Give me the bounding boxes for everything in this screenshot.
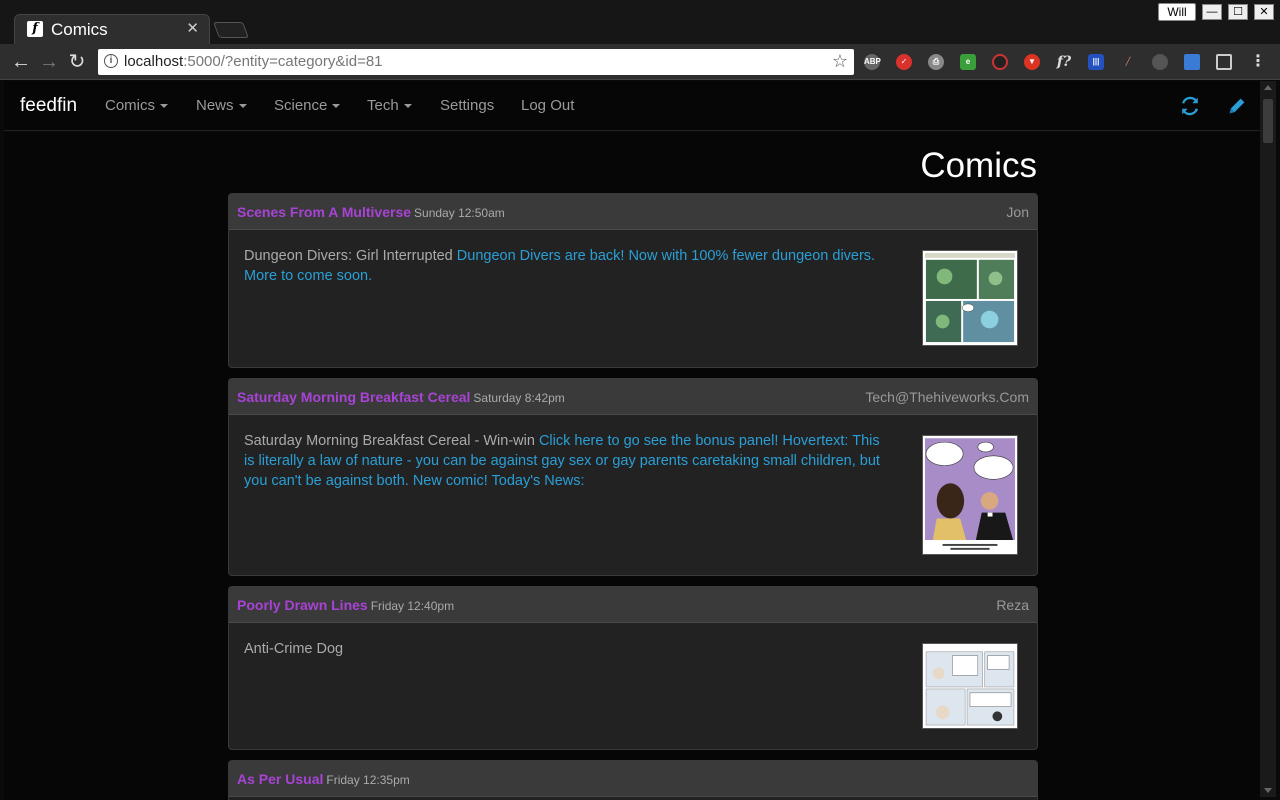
scroll-down-arrow-icon[interactable] <box>1264 788 1272 793</box>
nav-news-label: News <box>196 97 234 114</box>
menu-icon[interactable]: ⋮ <box>1250 54 1266 70</box>
nav-comics[interactable]: Comics <box>105 97 169 114</box>
scroll-thumb[interactable] <box>1263 99 1273 143</box>
nav-comics-label: Comics <box>105 97 156 114</box>
entry-feed-link[interactable]: Poorly Drawn Lines Friday 12:40pm <box>237 597 454 613</box>
comic-thumbnail[interactable] <box>922 435 1018 555</box>
site-info-icon[interactable]: i <box>104 54 118 68</box>
caret-down-icon <box>332 104 341 109</box>
feedfin-favicon-icon: f <box>27 21 43 37</box>
feed-name: Saturday Morning Breakfast Cereal <box>237 389 471 405</box>
url-path: :5000/?entity=category&id=81 <box>183 53 383 70</box>
bookmark-star-icon[interactable]: ☆ <box>832 51 848 72</box>
opera-icon[interactable] <box>992 54 1008 70</box>
maximize-button[interactable]: ☐ <box>1228 4 1248 20</box>
app-navbar: feedfin Comics News Science Tech Setting… <box>4 81 1260 131</box>
new-tab-button[interactable] <box>213 22 249 38</box>
caret-down-icon <box>403 104 412 109</box>
browser-toolbar: ← → ↻ i localhost:5000/?entity=category&… <box>0 44 1280 80</box>
pocket-icon[interactable]: ✓ <box>896 54 912 70</box>
feed-name: As Per Usual <box>237 771 324 787</box>
entry-feed-link[interactable]: Scenes From A Multiverse Sunday 12:50am <box>237 204 505 220</box>
entry-text: Dungeon Divers: Girl Interrupted Dungeon… <box>244 246 884 286</box>
brush-icon[interactable]: ╱ <box>1120 54 1136 70</box>
screenshot-icon[interactable] <box>1184 54 1200 70</box>
nav-tech-label: Tech <box>367 97 399 114</box>
nav-settings[interactable]: Settings <box>440 97 494 114</box>
feed-name: Poorly Drawn Lines <box>237 597 368 613</box>
address-bar[interactable]: i localhost:5000/?entity=category&id=81 … <box>98 49 854 75</box>
entry-time: Friday 12:35pm <box>326 773 410 787</box>
edit-icon[interactable] <box>1226 95 1248 117</box>
address-url: localhost:5000/?entity=category&id=81 <box>124 53 383 70</box>
back-icon[interactable]: ← <box>10 51 32 73</box>
close-window-button[interactable]: ✕ <box>1254 4 1274 20</box>
browser-titlebar: f Comics ✕ Will — ☐ ✕ <box>0 0 1280 44</box>
print-icon[interactable]: ⎙ <box>928 54 944 70</box>
url-host: localhost <box>124 53 184 70</box>
comic-thumbnail[interactable] <box>922 250 1018 346</box>
refresh-icon[interactable] <box>1179 95 1201 117</box>
profile-button[interactable]: Will <box>1158 3 1196 21</box>
entry-time: Friday 12:40pm <box>370 599 455 613</box>
comic-thumbnail[interactable] <box>922 643 1018 729</box>
feed-entry: Scenes From A Multiverse Sunday 12:50am J… <box>228 193 1038 368</box>
tracker-icon[interactable]: ||| <box>1088 54 1104 70</box>
nav-news[interactable]: News <box>196 97 247 114</box>
entry-text: Anti-Crime Dog <box>244 639 884 659</box>
entry-author: Tech@Thehiveworks.Com <box>865 389 1029 405</box>
feed-icon[interactable]: f? <box>1056 54 1072 70</box>
entry-text: Saturday Morning Breakfast Cereal - Win-… <box>244 431 884 491</box>
vivaldi-icon[interactable]: ▼ <box>1024 54 1040 70</box>
minimize-button[interactable]: — <box>1202 4 1222 20</box>
close-tab-icon[interactable]: ✕ <box>186 21 199 37</box>
feed-entry: As Per Usual Friday 12:35pm <box>228 760 1038 800</box>
fullscreen-icon[interactable] <box>1216 54 1232 70</box>
tab-title: Comics <box>51 20 108 39</box>
reload-icon[interactable]: ↻ <box>66 51 88 73</box>
entry-header: Scenes From A Multiverse Sunday 12:50am J… <box>229 194 1037 230</box>
entry-header: Poorly Drawn Lines Friday 12:40pm Reza <box>229 587 1037 623</box>
brand-logo[interactable]: feedfin <box>20 95 77 117</box>
page-scrollbar[interactable] <box>1260 81 1276 797</box>
browser-tab[interactable]: f Comics ✕ <box>14 14 210 44</box>
caret-down-icon <box>160 104 169 109</box>
nav-science-label: Science <box>274 97 328 114</box>
scroll-up-arrow-icon[interactable] <box>1264 85 1272 90</box>
entry-author: Reza <box>996 597 1029 613</box>
entry-title: Saturday Morning Breakfast Cereal - Win-… <box>244 433 535 449</box>
caret-down-icon <box>238 104 247 109</box>
entry-time: Sunday 12:50am <box>414 206 505 220</box>
entry-author: Jon <box>1006 204 1029 220</box>
feed-name: Scenes From A Multiverse <box>237 204 412 220</box>
entry-feed-link[interactable]: As Per Usual Friday 12:35pm <box>237 771 410 787</box>
entry-feed-link[interactable]: Saturday Morning Breakfast Cereal Saturda… <box>237 389 565 405</box>
forward-icon[interactable]: → <box>38 51 60 73</box>
entry-header: As Per Usual Friday 12:35pm <box>229 761 1037 797</box>
evernote-icon[interactable]: e <box>960 54 976 70</box>
entry-title: Dungeon Divers: Girl Interrupted <box>244 248 453 264</box>
page-title: Comics <box>920 146 1037 185</box>
nav-logout[interactable]: Log Out <box>521 97 574 114</box>
entry-time: Saturday 8:42pm <box>473 391 565 405</box>
abp-icon[interactable]: ABP <box>864 54 881 70</box>
main-content: Comics Scenes From A Multiverse Sunday 12… <box>4 132 1260 800</box>
entry-title: Anti-Crime Dog <box>244 641 344 657</box>
feed-entry: Poorly Drawn Lines Friday 12:40pm Reza An… <box>228 586 1038 750</box>
feed-entry: Saturday Morning Breakfast Cereal Saturda… <box>228 378 1038 576</box>
nav-science[interactable]: Science <box>274 97 341 114</box>
entry-header: Saturday Morning Breakfast Cereal Saturda… <box>229 379 1037 415</box>
nav-tech[interactable]: Tech <box>367 97 412 114</box>
mouse-icon[interactable] <box>1152 54 1168 70</box>
